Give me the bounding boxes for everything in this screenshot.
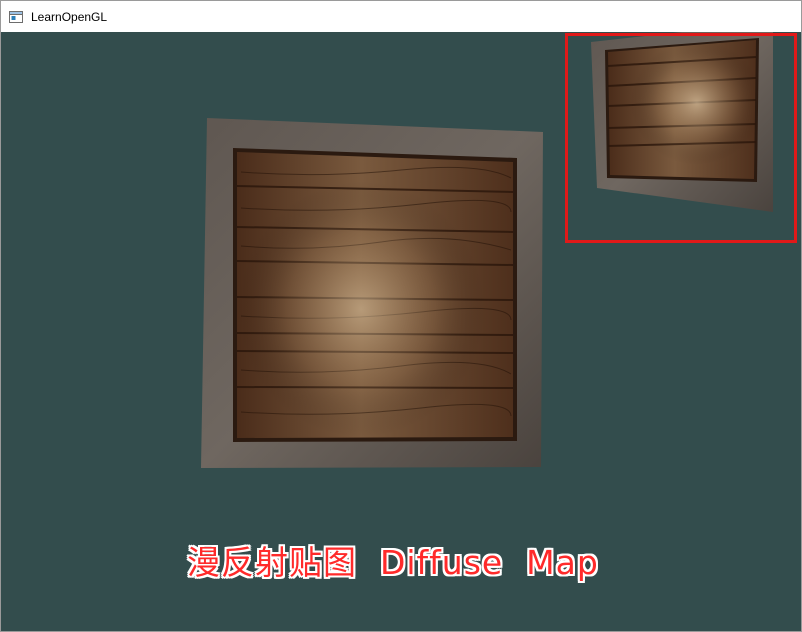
diffuse-map-caption: 漫反射贴图 Diffuse Map [187, 543, 599, 582]
app-window: LearnOpenGL 漫反射贴图 Diffuse Map [0, 0, 802, 632]
highlight-box [565, 33, 797, 243]
crate-main [201, 118, 543, 468]
title-bar[interactable]: LearnOpenGL [1, 1, 801, 32]
window-app-icon [9, 10, 23, 23]
window-title: LearnOpenGL [31, 9, 108, 24]
opengl-viewport[interactable]: 漫反射贴图 Diffuse Map [1, 32, 801, 631]
